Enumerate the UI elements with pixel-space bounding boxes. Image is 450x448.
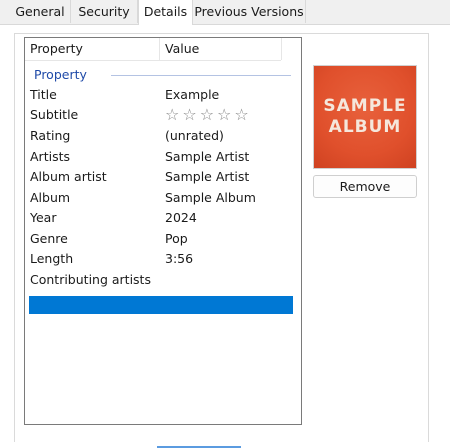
group-header-property: Property <box>34 67 87 82</box>
property-value[interactable]: Sample Album <box>165 188 256 208</box>
album-art-line-1: SAMPLE <box>323 96 407 116</box>
property-row-contributing-artists[interactable]: Contributing artists <box>25 270 301 290</box>
property-value[interactable]: Sample Artist <box>165 147 249 167</box>
album-art-thumbnail: SAMPLE ALBUM <box>313 65 417 169</box>
tab-details[interactable]: Details <box>138 0 193 25</box>
property-name: Length <box>30 251 74 266</box>
column-header-property[interactable]: Property <box>25 38 160 60</box>
property-row-title[interactable]: Title Example <box>25 85 301 105</box>
property-name: Title <box>30 87 57 102</box>
property-name: Subtitle <box>30 107 79 122</box>
property-row-rating[interactable]: Rating (unrated) <box>25 126 301 146</box>
tab-security[interactable]: Security <box>71 0 138 23</box>
column-header-value[interactable]: Value <box>160 38 281 60</box>
property-value[interactable]: Sample Artist <box>165 167 249 187</box>
tab-bar: General Security Details Previous Versio… <box>0 0 450 25</box>
album-art-text: SAMPLE ALBUM <box>314 96 416 138</box>
property-row-year[interactable]: Year 2024 <box>25 208 301 228</box>
tab-previous-versions[interactable]: Previous Versions <box>193 0 306 23</box>
group-divider <box>111 75 291 76</box>
album-art-line-2: ALBUM <box>328 117 402 137</box>
remove-button[interactable]: Remove <box>313 175 417 198</box>
property-name: Artists <box>30 149 70 164</box>
property-value[interactable]: Pop <box>165 229 188 249</box>
property-value[interactable]: Example <box>165 85 219 105</box>
property-name: Year <box>30 210 57 225</box>
property-value[interactable]: 2024 <box>165 208 197 228</box>
details-panel: Property Value Property Title Example Su… <box>14 33 429 442</box>
property-name: Rating <box>30 128 71 143</box>
property-row-subtitle[interactable]: Subtitle ☆☆☆☆☆ <box>25 105 301 125</box>
column-divider[interactable] <box>281 38 282 60</box>
property-value[interactable]: (unrated) <box>165 126 224 146</box>
property-row-length[interactable]: Length 3:56 <box>25 249 301 269</box>
property-row-genre[interactable]: Genre Pop <box>25 229 301 249</box>
property-name: Album <box>30 190 71 205</box>
rating-stars-icon[interactable]: ☆☆☆☆☆ <box>165 105 252 125</box>
property-row-album-artist[interactable]: Album artist Sample Artist <box>25 167 301 187</box>
property-row-album[interactable]: Album Sample Album <box>25 188 301 208</box>
property-value[interactable]: 3:56 <box>165 249 193 269</box>
property-row-artists[interactable]: Artists Sample Artist <box>25 147 301 167</box>
selected-row-highlight[interactable] <box>29 296 293 314</box>
property-name: Genre <box>30 231 68 246</box>
properties-list[interactable]: Property Value Property Title Example Su… <box>24 37 302 425</box>
property-name: Album artist <box>30 169 107 184</box>
property-name: Contributing artists <box>30 272 151 287</box>
list-header: Property Value <box>25 38 282 61</box>
tab-general[interactable]: General <box>10 0 71 23</box>
